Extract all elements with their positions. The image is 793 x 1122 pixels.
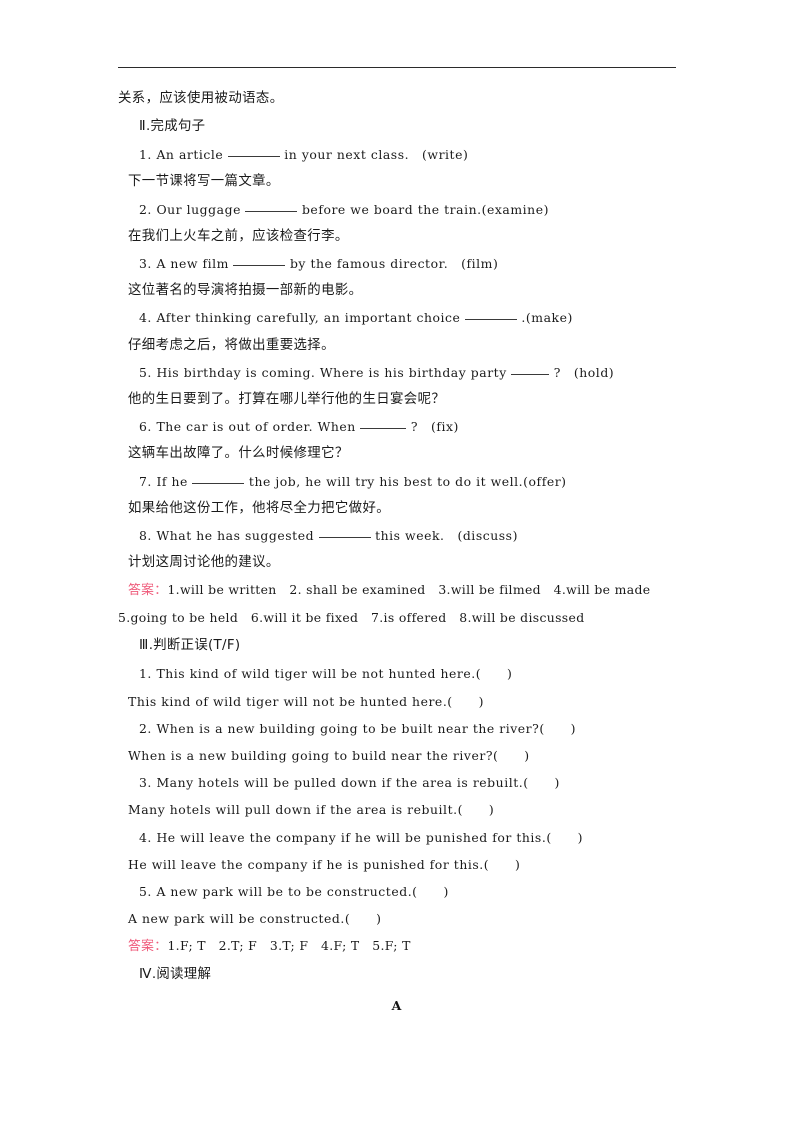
answer-text: 1.F; T 2.T; F 3.T; F 4.F; T 5.F; T [167,938,411,954]
item-translation: 在我们上火车之前，应该检查行李。 [128,228,349,244]
section-title-2: .完成句子 [146,119,206,135]
item-number: 8. [139,528,152,544]
item-number: 2. [139,720,152,736]
exercise-item: 7. If he the job, he will try his best t… [118,468,676,495]
truefalse-sentence-b[interactable]: This kind of wild tiger will not be hunt… [128,694,484,709]
truefalse-sentence-b-row: When is a new building going to build ne… [118,742,676,769]
item-number: 6. [139,419,152,435]
fill-in-blank[interactable] [360,417,407,430]
header-divider [118,67,676,68]
truefalse-sentence-b[interactable]: When is a new building going to build ne… [128,748,530,763]
intro-continuation-line: 关系，应该使用被动语态。 [118,91,284,106]
section-title-4: .阅读理解 [151,967,212,983]
item-prefix-text: His birthday is coming. Where is his bir… [156,364,507,380]
page-content: 关系，应该使用被动语态。 Ⅱ.完成句子 1. An article in you… [118,85,676,989]
truefalse-item: 4. He will leave the company if he will … [118,824,676,851]
exercise-item: 5. His birthday is coming. Where is his … [118,359,676,386]
item-suffix-text: .(make) [521,310,573,326]
truefalse-item: 5. A new park will be to be constructed.… [118,878,676,905]
truefalse-sentence-b-row: This kind of wild tiger will not be hunt… [118,688,676,715]
fill-in-blank[interactable] [227,145,280,158]
section-heading-2: Ⅱ.完成句子 [118,112,676,141]
section-roman-numeral-3: Ⅲ [139,637,149,653]
item-suffix-text: ? (hold) [553,364,615,380]
truefalse-sentence-a[interactable]: Many hotels will be pulled down if the a… [156,775,559,790]
answer-label: 答案： [128,939,168,955]
exercise-item: 3. A new film by the famous director. (f… [118,250,676,277]
truefalse-sentence-b-row: A new park will be constructed.( ) [118,905,676,932]
section-roman-numeral-2: Ⅱ [139,118,146,134]
item-translation: 计划这周讨论他的建议。 [128,555,280,571]
truefalse-sentence-b[interactable]: He will leave the company if he is punis… [128,857,520,872]
item-translation: 下一节课将写一篇文章。 [128,174,280,190]
item-suffix-text: before we board the train.(examine) [301,201,549,217]
item-suffix-text: the job, he will try his best to do it w… [248,473,567,489]
item-translation: 他的生日要到了。打算在哪儿举行他的生日宴会呢？ [128,392,446,408]
item-translation: 如果给他这份工作，他将尽全力把它做好。 [128,500,391,516]
section-heading-4: Ⅳ.阅读理解 [118,960,676,989]
fill-in-blank[interactable] [318,526,371,539]
item-prefix-text: An article [156,147,224,163]
truefalse-item: 1. This kind of wild tiger will be not h… [118,660,676,687]
section-roman-numeral-4: Ⅳ [139,966,152,982]
truefalse-sentence-a[interactable]: This kind of wild tiger will be not hunt… [156,666,512,681]
item-number: 5. [139,364,152,380]
answer-block-section-2-cont: 5.going to be held 6.will it be fixed 7.… [118,604,676,631]
worksheet-page: A 关系，应该使用被动语态。 Ⅱ.完成句子 1. An article in y… [0,0,793,1122]
item-prefix-text: What he has suggested [156,528,315,544]
item-prefix-text: The car is out of order. When [156,419,356,435]
truefalse-sentence-b-row: He will leave the company if he is punis… [118,851,676,878]
truefalse-sentence-b[interactable]: A new park will be constructed.( ) [128,911,382,926]
truefalse-sentence-a[interactable]: A new park will be to be constructed.( ) [156,884,448,899]
item-translation: 仔细考虑之后，将做出重要选择。 [128,337,335,353]
truefalse-sentence-a[interactable]: When is a new building going to be built… [156,721,576,736]
answer-label: 答案： [128,583,168,599]
exercise-item: 8. What he has suggested this week. (dis… [118,522,676,549]
answer-text: 5.going to be held 6.will it be fixed 7.… [118,610,585,626]
truefalse-sentence-b-row: Many hotels will pull down if the area i… [118,796,676,823]
exercise-item: 4. After thinking carefully, an importan… [118,304,676,331]
fill-in-blank[interactable] [245,200,298,212]
item-translation: 这位著名的导演将拍摄一部新的电影。 [128,283,363,299]
section-heading-3: Ⅲ.判断正误(T/F) [118,631,676,660]
answer-text: 1.will be written 2. shall be examined 3… [167,582,651,598]
item-number: 2. [139,201,152,217]
fill-in-blank[interactable] [464,308,517,321]
fill-in-blank[interactable] [511,363,550,375]
fill-in-blank[interactable] [192,472,245,484]
item-prefix-text: A new film [156,256,229,272]
item-number: 3. [139,256,152,272]
item-suffix-text: in your next class. (write) [284,147,469,163]
item-suffix-text: this week. (discuss) [375,528,518,544]
exercise-item: 2. Our luggage before we board the train… [118,196,676,223]
fill-in-blank[interactable] [233,254,286,267]
truefalse-item: 3. Many hotels will be pulled down if th… [118,769,676,796]
truefalse-item: 2. When is a new building going to be bu… [118,715,676,742]
item-number: 4. [139,829,152,845]
answer-block-section-2: 答案：1.will be written 2. shall be examine… [118,576,676,604]
item-number: 4. [139,310,152,326]
item-number: 1. [139,666,152,682]
item-number: 5. [139,884,152,900]
item-suffix-text: ? (fix) [410,419,459,435]
exercise-item: 6. The car is out of order. When ? (fix) [118,413,676,440]
item-number: 1. [139,147,152,163]
answer-block-section-3: 答案：1.F; T 2.T; F 3.T; F 4.F; T 5.F; T [118,932,676,960]
exercise-item: 1. An article in your next class. (write… [118,141,676,168]
item-suffix-text: by the famous director. (film) [289,256,499,272]
section-title-3: .判断正误(T/F) [148,638,241,654]
item-prefix-text: After thinking carefully, an important c… [156,310,461,326]
page-marker-letter: A [391,998,402,1013]
truefalse-sentence-a[interactable]: He will leave the company if he will be … [156,830,583,845]
item-translation: 这辆车出故障了。什么时候修理它？ [128,446,349,462]
item-number: 7. [139,473,152,489]
item-prefix-text: Our luggage [156,201,241,217]
item-number: 3. [139,775,152,791]
truefalse-sentence-b[interactable]: Many hotels will pull down if the area i… [128,802,494,817]
item-prefix-text: If he [156,473,188,489]
